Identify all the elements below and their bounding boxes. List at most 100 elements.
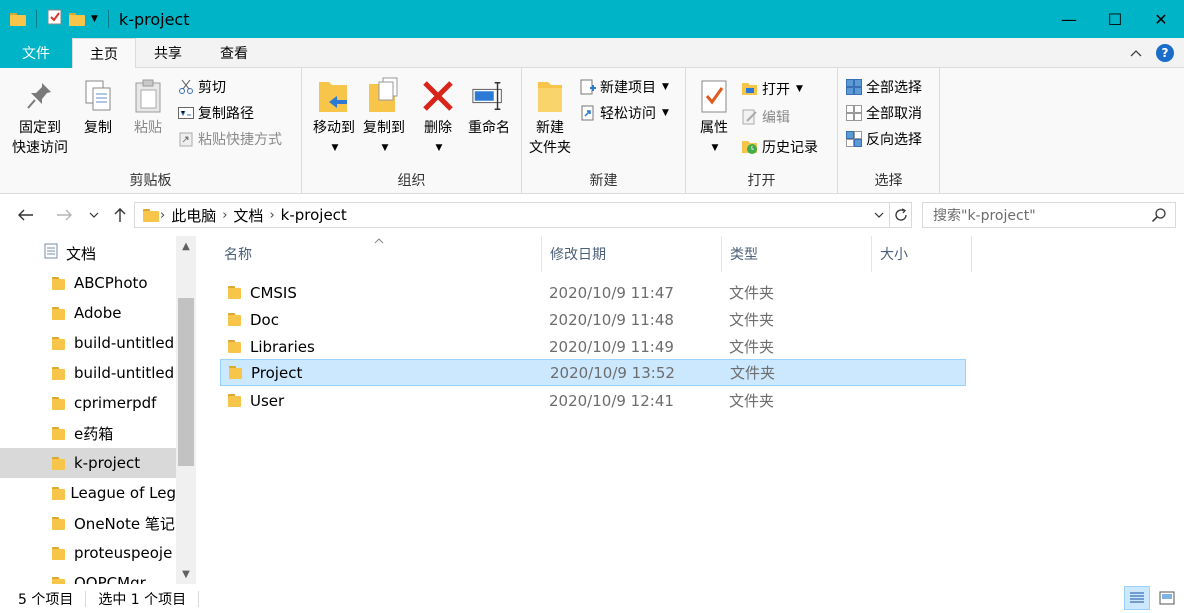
copy-to-dropdown-icon: ▼ [381,143,389,153]
tree-item-documents[interactable]: 文档 [0,238,176,268]
file-name: Doc [250,310,279,329]
new-folder-label-line1: 新建 [536,120,564,136]
help-icon[interactable]: ? [1156,44,1174,62]
move-to-dropdown-icon: ▼ [331,143,339,153]
collapse-ribbon-icon[interactable] [1130,45,1142,61]
tree-item[interactable]: cprimerpdf [0,388,176,418]
search-box[interactable]: 搜索"k-project" [922,202,1176,228]
file-date: 2020/10/9 11:49 [549,337,674,356]
copy-path-button[interactable]: 复制路径 [178,102,254,124]
tab-share[interactable]: 共享 [138,38,198,68]
tree-item[interactable]: OneNote 笔记 [0,508,176,538]
paste-shortcut-button[interactable]: 粘贴快捷方式 [178,128,282,150]
breadcrumb-chevron-icon[interactable]: › [160,208,165,223]
tree-item[interactable]: Adobe [0,298,176,328]
select-all-button[interactable]: 全部选择 [846,76,922,98]
maximize-button[interactable]: ☐ [1092,0,1138,38]
file-list: 名称 修改日期 类型 大小 CMSIS 2020/10/9 11:47 文件夹 … [200,236,1184,584]
tree-item-selected[interactable]: k-project [0,448,176,478]
tree-item[interactable]: build-untitled [0,328,176,358]
folder-icon [52,486,66,500]
file-row-selected[interactable]: Project 2020/10/9 13:52 文件夹 [220,359,966,386]
tab-view[interactable]: 查看 [202,38,266,68]
history-button[interactable]: 历史记录 [742,136,818,158]
new-folder-icon [532,76,568,116]
search-icon[interactable] [1151,207,1167,227]
folder-icon [52,306,65,320]
scroll-up-arrow-icon[interactable]: ▲ [176,236,196,256]
recent-locations-chevron-icon[interactable] [84,204,104,226]
breadcrumb-this-pc[interactable]: 此电脑 [171,205,216,226]
large-icons-view-icon[interactable] [1154,586,1180,610]
rename-label: 重命名 [468,120,510,136]
pin-quick-access-button[interactable]: 固定到 快速访问 [10,76,70,158]
file-row[interactable]: Libraries 2020/10/9 11:49 文件夹 [220,333,966,360]
new-folder-icon[interactable] [69,12,85,26]
rename-icon [471,76,507,116]
tree-item[interactable]: League of Leg [0,478,176,508]
tree-item[interactable]: e药箱 [0,418,176,448]
column-header-name[interactable]: 名称 [216,236,542,272]
delete-button[interactable]: 删除 ▼ [418,76,458,158]
customize-dropdown-icon[interactable]: ▼ [91,14,98,24]
up-arrow-icon[interactable] [108,204,132,226]
column-header-type[interactable]: 类型 [722,236,872,272]
properties-button[interactable]: 属性 ▼ [692,76,736,158]
move-to-icon [316,76,352,116]
select-none-button[interactable]: 全部取消 [846,102,922,124]
open-button[interactable]: 打开 ▼ [742,78,803,100]
file-row[interactable]: CMSIS 2020/10/9 11:47 文件夹 [220,279,966,306]
divider [107,10,109,28]
details-view-icon[interactable] [1124,586,1150,610]
file-row[interactable]: User 2020/10/9 12:41 文件夹 [220,387,966,414]
close-button[interactable]: ✕ [1138,0,1184,38]
breadcrumb-k-project[interactable]: k-project [281,206,347,224]
delete-label: 删除 [424,120,452,136]
scroll-down-arrow-icon[interactable]: ▼ [176,564,196,584]
tree-item[interactable]: proteuspeoje [0,538,176,568]
open-dropdown-icon: ▼ [796,84,803,94]
invert-selection-icon [846,131,862,147]
tab-file[interactable]: 文件 [0,38,72,68]
file-row[interactable]: Doc 2020/10/9 11:48 文件夹 [220,306,966,333]
easy-access-button[interactable]: 轻松访问 ▼ [580,102,669,124]
clipboard-group-label: 剪贴板 [129,173,172,189]
address-bar[interactable]: › 此电脑 › 文档 › k-project [134,202,912,228]
copy-label: 复制 [84,120,112,136]
tree-item-label: 文档 [66,244,97,263]
file-name: Project [251,363,303,382]
tab-home[interactable]: 主页 [72,38,136,69]
column-header-size[interactable]: 大小 [872,236,972,272]
minimize-button[interactable]: — [1046,0,1092,38]
paste-button[interactable]: 粘贴 [124,76,172,138]
invert-selection-button[interactable]: 反向选择 [846,128,922,150]
scrollbar-thumb[interactable] [178,298,194,466]
status-bar: 5 个项目 选中 1 个项目 [0,584,1184,613]
navigation-pane: 文档 ABCPhoto Adobe build-untitled build-u… [0,236,196,584]
edit-button[interactable]: 编辑 [742,106,790,128]
move-to-button[interactable]: 移动到 ▼ [306,76,362,158]
pin-label-line1: 固定到 [19,120,61,136]
new-folder-button[interactable]: 新建 文件夹 [526,76,574,158]
forward-arrow-icon[interactable] [52,204,76,226]
new-item-button[interactable]: 新建项目 ▼ [580,76,669,98]
breadcrumb-chevron-icon[interactable]: › [222,208,227,223]
back-arrow-icon[interactable] [14,204,38,226]
address-dropdown-icon[interactable] [869,212,889,218]
divider [198,590,200,607]
delete-dropdown-icon: ▼ [435,143,443,153]
tree-item[interactable]: ABCPhoto [0,268,176,298]
rename-button[interactable]: 重命名 [464,76,514,138]
refresh-icon[interactable] [889,203,911,227]
cut-button[interactable]: 剪切 [178,76,226,98]
column-header-date[interactable]: 修改日期 [542,236,722,272]
properties-check-icon[interactable] [47,9,63,29]
copy-to-button[interactable]: 复制到 ▼ [356,76,412,158]
easy-access-dropdown-icon: ▼ [662,108,669,118]
breadcrumb-documents[interactable]: 文档 [233,205,263,226]
copy-button[interactable]: 复制 [74,76,122,138]
navigation-scrollbar[interactable]: ▲ ▼ [176,236,196,584]
tree-item[interactable]: build-untitled [0,358,176,388]
breadcrumb-chevron-icon[interactable]: › [269,208,274,223]
tree-item[interactable]: QQPCMgr [0,568,176,584]
